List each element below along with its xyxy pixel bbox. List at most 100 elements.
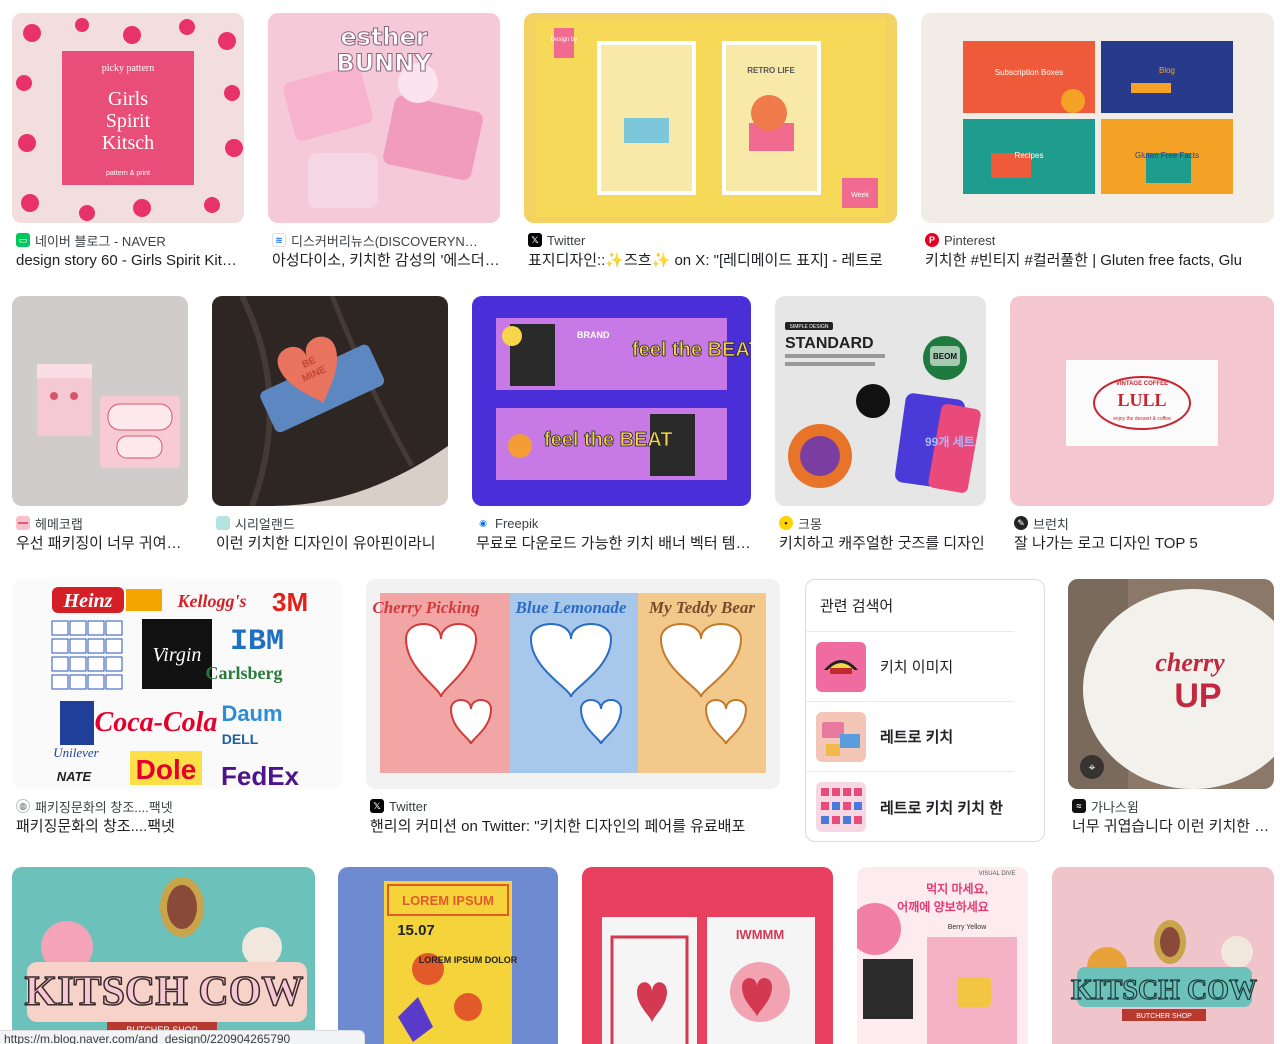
result-source[interactable]: 𝕏 Twitter	[528, 232, 585, 248]
result-thumbnail[interactable]: Cherry Picking Blue Lemonade My Teddy Be…	[366, 579, 780, 789]
result-thumbnail[interactable]: IWMMM	[582, 867, 833, 1044]
svg-text:15.07: 15.07	[397, 922, 435, 939]
svg-text:KITSCH COW: KITSCH COW	[25, 969, 304, 1015]
result-source[interactable]: ▭ 네이버 블로그 - NAVER	[16, 232, 166, 248]
result-title[interactable]: 너무 귀엽습니다 이런 키치한 디자인	[1072, 817, 1274, 837]
svg-text:Blog: Blog	[1159, 66, 1175, 75]
lull-logo-card-image: VINTAGE COFFEE LULL enjoy the dessert & …	[1010, 296, 1274, 506]
result-thumbnail[interactable]: picky pattern Girls Spirit Kitsch patter…	[12, 13, 244, 223]
result-title[interactable]: 키치한 #빈티지 #컬러풀한 | Gluten free facts, Glu	[925, 251, 1273, 271]
result-thumbnail[interactable]: Heinz Kellogg's 3M Virgin IBM Carlsberg …	[12, 579, 342, 789]
result-title[interactable]: 무료로 다운로드 가능한 키치 배너 벡터 템플릿	[476, 534, 751, 554]
result-source[interactable]: ≈ 가나스윔	[1072, 798, 1139, 814]
result-source[interactable]: 𝕏 Twitter	[370, 798, 427, 814]
related-search-label: 레트로 키치	[880, 729, 954, 746]
source-name: Freepik	[495, 515, 539, 531]
svg-text:Gluten Free Facts: Gluten Free Facts	[1135, 151, 1199, 160]
brunch-icon: ✎	[1014, 516, 1028, 530]
svg-text:Heinz: Heinz	[63, 590, 113, 612]
svg-text:Carlsberg: Carlsberg	[206, 663, 283, 683]
result-card-10[interactable]: Heinz Kellogg's 3M Virgin IBM Carlsberg …	[12, 579, 342, 841]
svg-text:Cherry Picking: Cherry Picking	[372, 598, 480, 617]
result-thumbnail[interactable]: BRAND feel the BEAT feel the BEAT	[472, 296, 751, 506]
result-card-7[interactable]: BRAND feel the BEAT feel the BEAT ◉ Free…	[472, 296, 751, 558]
result-thumbnail[interactable]	[12, 296, 188, 506]
result-title[interactable]: 우선 패키징이 너무 귀여워요	[16, 534, 188, 554]
result-source[interactable]: • 크몽	[779, 515, 822, 531]
result-source[interactable]: ◉ Freepik	[476, 515, 538, 531]
result-title[interactable]: 잘 나가는 로고 디자인 TOP 5	[1014, 534, 1274, 554]
result-thumbnail[interactable]: Design by RETRO LIFE Week	[524, 13, 897, 223]
result-title[interactable]: 아성다이소, 키치한 감성의 '에스더버니'	[272, 251, 500, 271]
result-card-17[interactable]: KITSCH COW BUTCHER SHOP	[1052, 867, 1274, 1044]
result-thumbnail[interactable]: SIMPLE DESIGN STANDARD BEOM 99개 세트	[775, 296, 986, 506]
svg-text:어깨에 양보하세요: 어깨에 양보하세요	[897, 899, 989, 914]
kmong-icon: •	[779, 516, 793, 530]
result-title[interactable]: 핸리의 커미션 on Twitter: "키치한 디자인의 페어를 유료배포	[370, 817, 780, 837]
kitsch-banner-image: BRAND feel the BEAT feel the BEAT	[472, 296, 751, 506]
result-card-1[interactable]: picky pattern Girls Spirit Kitsch patter…	[12, 13, 244, 275]
x-icon: 𝕏	[528, 233, 542, 247]
result-card-16[interactable]: VISUAL DIVE 먹지 마세요, 어깨에 양보하세요 Berry Yell…	[857, 867, 1028, 1044]
result-card-3[interactable]: Design by RETRO LIFE Week 𝕏 Twitter 표지디자…	[524, 13, 897, 275]
svg-text:esther: esther	[340, 23, 427, 51]
result-card-13[interactable]: KITSCH COW BUTCHER SHOP	[12, 867, 315, 1044]
x-icon: 𝕏	[370, 799, 384, 813]
result-card-12[interactable]: cherry UP ⌖ ≈ 가나스윔 너무 귀엽습니다 이런 키치한 디자인	[1068, 579, 1274, 841]
result-card-6[interactable]: BE MINE 시리얼랜드 이런 키치한 디자인이 유아핀이라니	[212, 296, 448, 558]
badge-goods-image: SIMPLE DESIGN STANDARD BEOM 99개 세트	[775, 296, 986, 506]
tag-icon[interactable]: ⌖	[1080, 755, 1104, 779]
result-card-15[interactable]: IWMMM	[582, 867, 833, 1044]
result-source[interactable]: ✎ 브런치	[1014, 515, 1069, 531]
svg-text:SIMPLE DESIGN: SIMPLE DESIGN	[790, 324, 829, 330]
result-source[interactable]: P Pinterest	[925, 232, 995, 248]
pink-packaging-image	[12, 296, 188, 506]
result-source[interactable]: ≋ 디스커버리뉴스(DISCOVERYNEWS)	[272, 232, 486, 248]
result-thumbnail[interactable]: KITSCH COW BUTCHER SHOP	[12, 867, 315, 1044]
result-card-9[interactable]: VINTAGE COFFEE LULL enjoy the dessert & …	[1010, 296, 1274, 558]
result-card-4[interactable]: Subscription Boxes Blog Recipes Gluten F…	[921, 13, 1274, 275]
result-title[interactable]: 패키징문화의 창조....팩넷	[16, 817, 342, 837]
result-title[interactable]: 키치하고 캐주얼한 굿즈를 디자인	[779, 534, 986, 554]
brand-logos-image: Heinz Kellogg's 3M Virgin IBM Carlsberg …	[12, 579, 342, 789]
result-thumbnail[interactable]: VISUAL DIVE 먹지 마세요, 어깨에 양보하세요 Berry Yell…	[857, 867, 1028, 1044]
related-search-item[interactable]: 레트로 키치 키치 한	[806, 772, 1014, 841]
source-name: 디스커버리뉴스(DISCOVERYNEWS)	[291, 233, 486, 249]
svg-text:BEOM: BEOM	[933, 352, 957, 361]
retro-cover-image: Design by RETRO LIFE Week	[524, 13, 897, 223]
related-search-item[interactable]: 레트로 키치	[806, 702, 1014, 772]
svg-text:Kellogg's: Kellogg's	[176, 591, 246, 611]
result-card-2[interactable]: esther BUNNY ≋ 디스커버리뉴스(DISCOVERYNEWS) 아성…	[268, 13, 500, 275]
ganaswim-icon: ≈	[1072, 799, 1086, 813]
result-source[interactable]: 시리얼랜드	[216, 515, 295, 531]
source-name: 시리얼랜드	[235, 516, 295, 532]
freepik-icon: ◉	[476, 516, 490, 530]
source-name: 네이버 블로그 - NAVER	[35, 233, 166, 249]
result-thumbnail[interactable]: VINTAGE COFFEE LULL enjoy the dessert & …	[1010, 296, 1274, 506]
result-title[interactable]: design story 60 - Girls Spirit Kitsch	[16, 251, 244, 271]
result-source[interactable]: 헤메코랩	[16, 515, 83, 531]
result-card-8[interactable]: SIMPLE DESIGN STANDARD BEOM 99개 세트 • 크몽 …	[775, 296, 986, 558]
result-source[interactable]: ◍ 패키징문화의 창조....팩넷	[16, 798, 173, 814]
result-card-5[interactable]: 헤메코랩 우선 패키징이 너무 귀여워요	[12, 296, 188, 558]
related-search-label: 레트로 키치 키치 한	[880, 799, 1003, 817]
svg-text:cherry: cherry	[1155, 648, 1225, 677]
related-search-item[interactable]: 키치 이미지	[806, 632, 1014, 702]
result-thumbnail[interactable]: KITSCH COW BUTCHER SHOP	[1052, 867, 1274, 1044]
result-thumbnail[interactable]: BE MINE	[212, 296, 448, 506]
result-card-14[interactable]: LOREM IPSUM 15.07 LOREM IPSUM DOLOR	[338, 867, 558, 1044]
result-thumbnail[interactable]: cherry UP ⌖	[1068, 579, 1274, 789]
result-thumbnail[interactable]: Subscription Boxes Blog Recipes Gluten F…	[921, 13, 1274, 223]
svg-text:Unilever: Unilever	[53, 745, 99, 760]
result-card-11[interactable]: Cherry Picking Blue Lemonade My Teddy Be…	[366, 579, 780, 841]
svg-text:LULL: LULL	[1117, 390, 1166, 410]
svg-text:3M: 3M	[272, 587, 308, 617]
heart-hairpin-image: BE MINE	[212, 296, 448, 506]
result-title[interactable]: 이런 키치한 디자인이 유아핀이라니	[216, 534, 448, 554]
result-title[interactable]: 표지디자인::✨즈흐✨ on X: "[레디메이드 표지] - 레트로	[528, 251, 896, 271]
source-name: Twitter	[547, 232, 586, 248]
result-thumbnail[interactable]: esther BUNNY	[268, 13, 500, 223]
result-thumbnail[interactable]: LOREM IPSUM 15.07 LOREM IPSUM DOLOR	[338, 867, 558, 1044]
svg-text:VINTAGE COFFEE: VINTAGE COFFEE	[1116, 381, 1168, 387]
svg-text:STANDARD: STANDARD	[785, 335, 874, 352]
